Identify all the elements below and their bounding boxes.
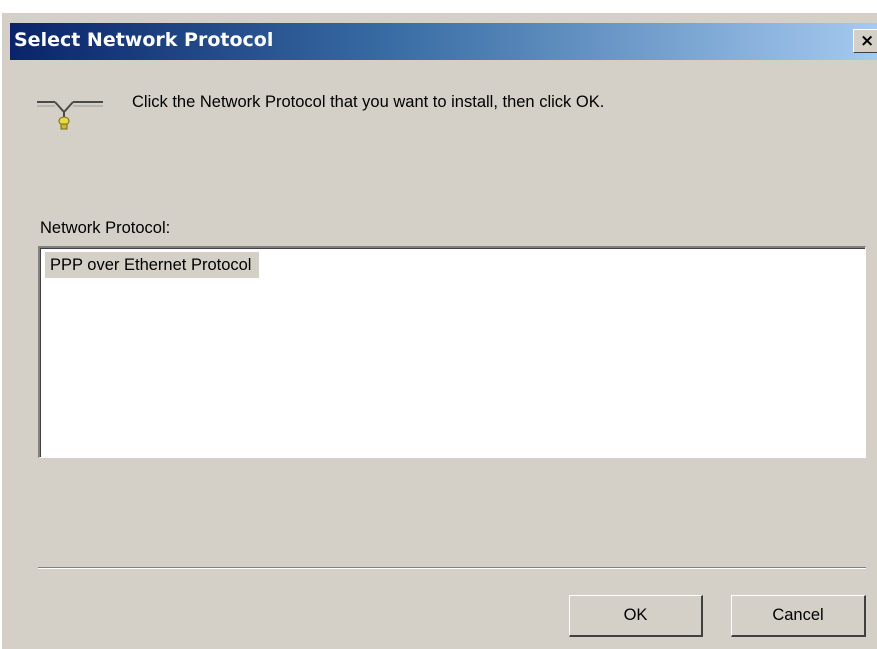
list-item-ppp-over-ethernet[interactable]: PPP over Ethernet Protocol	[45, 252, 260, 278]
ok-button[interactable]: OK	[569, 595, 703, 637]
network-protocol-icon	[37, 101, 103, 130]
listbox-frame: PPP over Ethernet Protocol	[40, 248, 865, 457]
title-bar[interactable]: Select Network Protocol ×	[10, 23, 877, 60]
separator	[38, 567, 866, 569]
network-protocol-label: Network Protocol:	[40, 219, 171, 237]
cancel-button[interactable]: Cancel	[731, 595, 866, 637]
select-network-protocol-dialog: Select Network Protocol × Click the Netw…	[0, 12, 877, 649]
network-protocol-listbox[interactable]: PPP over Ethernet Protocol	[38, 246, 866, 458]
close-icon: ×	[860, 31, 875, 51]
close-button[interactable]: ×	[853, 29, 877, 53]
instruction-text: Click the Network Protocol that you want…	[132, 93, 605, 111]
window-title: Select Network Protocol	[14, 29, 274, 51]
